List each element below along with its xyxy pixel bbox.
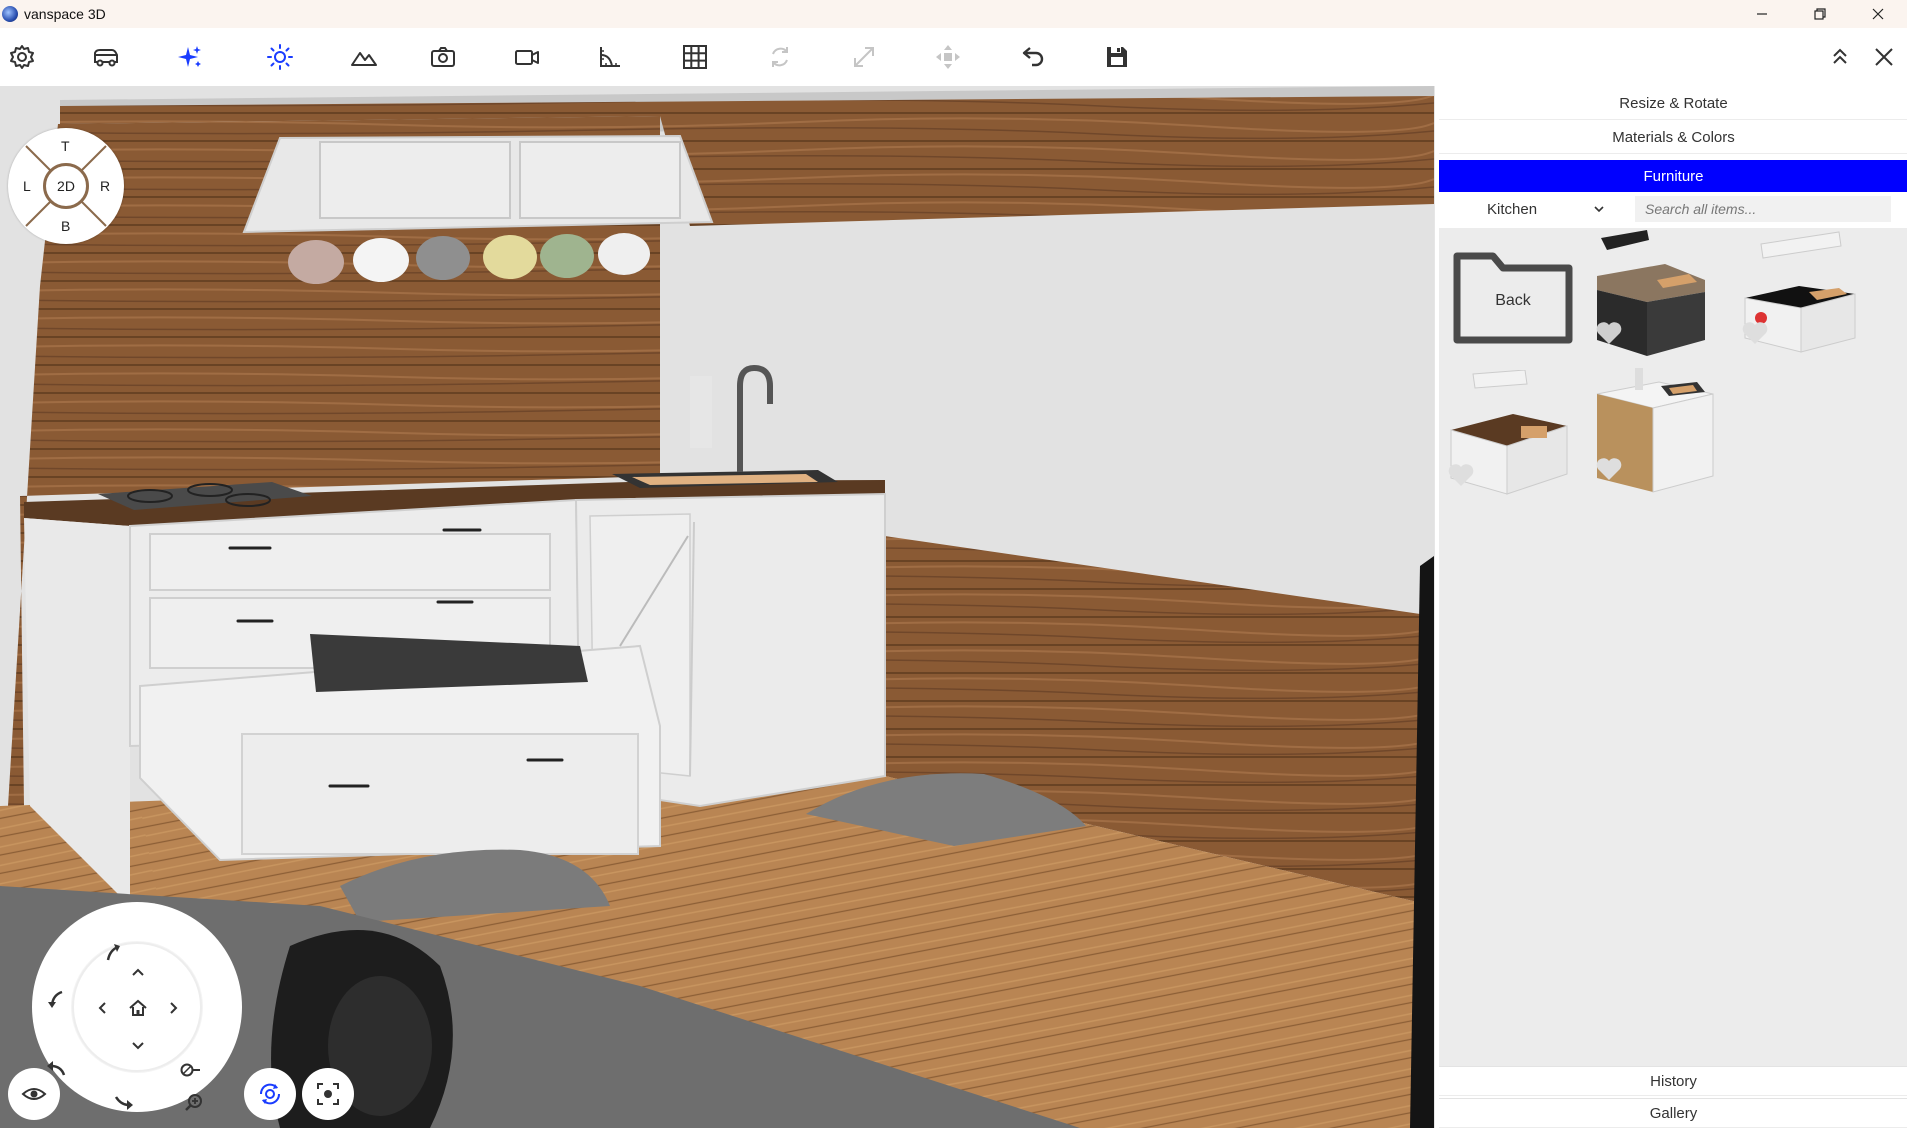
furniture-items-grid: Back (1439, 228, 1907, 1066)
measure-button[interactable] (590, 38, 630, 76)
focus-frame-icon (317, 1083, 339, 1105)
restore-button[interactable] (1791, 0, 1849, 28)
pan-up-button[interactable] (122, 956, 154, 988)
grid-button[interactable] (675, 38, 715, 76)
section-materials-colors[interactable]: Materials & Colors (1439, 122, 1907, 154)
effects-button[interactable] (170, 38, 210, 76)
home-view-button[interactable] (122, 992, 154, 1024)
zoom-in-icon (185, 1094, 202, 1111)
resize-button[interactable] (844, 38, 884, 76)
close-window-button[interactable] (1849, 0, 1907, 28)
section-resize-rotate[interactable]: Resize & Rotate (1439, 88, 1907, 120)
sun-icon (267, 44, 293, 70)
minimize-button[interactable] (1733, 0, 1791, 28)
side-panel: Resize & Rotate Materials & Colors Furni… (1434, 86, 1907, 1128)
camera-icon (431, 47, 455, 67)
app-logo-icon (2, 6, 18, 22)
close-icon (1875, 48, 1893, 66)
main-toolbar (0, 28, 1907, 86)
focus-selection-button[interactable] (302, 1068, 354, 1120)
zoom-out-icon (180, 1063, 200, 1077)
zoom-in-button[interactable] (178, 1086, 210, 1118)
pan-right-button[interactable] (158, 992, 190, 1024)
close-icon (1872, 8, 1884, 20)
chevron-left-icon (98, 1002, 106, 1014)
section-gallery[interactable]: Gallery (1439, 1098, 1907, 1128)
favorite-heart-icon[interactable] (1595, 456, 1623, 482)
category-select[interactable]: Kitchen (1439, 194, 1629, 224)
minimize-icon (1757, 13, 1767, 15)
van-icon (94, 49, 118, 67)
chevron-up-icon (132, 968, 144, 976)
furniture-filter-row: Kitchen (1439, 194, 1907, 224)
orbit-left-button[interactable] (40, 982, 72, 1014)
sparkle-icon (178, 46, 201, 67)
section-history[interactable]: History (1439, 1066, 1907, 1096)
resize-icon (854, 47, 874, 67)
rotate-button[interactable] (760, 38, 800, 76)
grid-icon (683, 45, 707, 69)
undo-button[interactable] (1012, 38, 1052, 76)
title-bar: vanspace 3D (0, 0, 1907, 28)
undo-icon (1022, 47, 1044, 67)
close-panel-button[interactable] (1864, 38, 1904, 76)
orbit-camera-icon (259, 1083, 281, 1105)
rotate-right-button[interactable] (108, 1086, 140, 1118)
view-right-button[interactable]: R (100, 178, 110, 194)
restore-icon (1814, 8, 1826, 20)
mountain-icon (351, 52, 377, 66)
environment-button[interactable] (344, 38, 384, 76)
section-furniture[interactable]: Furniture (1439, 160, 1907, 192)
screenshot-button[interactable] (423, 38, 463, 76)
curved-arrow-left-icon (48, 990, 63, 1008)
favorite-heart-icon[interactable] (1741, 320, 1769, 346)
video-button[interactable] (507, 38, 547, 76)
ruler-angle-icon (600, 47, 620, 67)
window-controls (1733, 0, 1907, 28)
view-left-button[interactable]: L (23, 178, 31, 194)
lighting-button[interactable] (260, 38, 300, 76)
save-icon (1107, 47, 1127, 67)
navigation-control (28, 876, 258, 1126)
settings-button[interactable] (2, 38, 42, 76)
move-button[interactable] (928, 38, 968, 76)
pan-left-button[interactable] (86, 992, 118, 1024)
view-2d-button[interactable]: 2D (43, 163, 89, 209)
back-folder-button[interactable]: Back (1451, 246, 1575, 346)
orbit-mode-button[interactable] (244, 1068, 296, 1120)
view-bottom-button[interactable]: B (61, 218, 70, 234)
move-icon (936, 45, 960, 69)
visibility-button[interactable] (8, 1068, 60, 1120)
chevron-down-icon (1594, 206, 1604, 213)
eye-icon (21, 1088, 47, 1100)
settings-icon (10, 45, 34, 69)
view-top-button[interactable]: T (61, 138, 70, 154)
back-label: Back (1495, 292, 1531, 309)
video-icon (515, 50, 539, 65)
favorite-heart-icon[interactable] (1595, 320, 1623, 346)
window-title: vanspace 3D (24, 6, 106, 22)
favorite-heart-icon[interactable] (1447, 462, 1475, 488)
chevron-right-icon (170, 1002, 178, 1014)
turn-right-arrow-icon (114, 1096, 133, 1110)
double-chevron-up-icon (1833, 48, 1847, 64)
home-icon (129, 999, 147, 1016)
save-button[interactable] (1097, 38, 1137, 76)
search-items-input[interactable] (1635, 196, 1891, 222)
chevron-down-icon (132, 1042, 144, 1050)
view-orientation-widget[interactable]: T L R B 2D (8, 128, 124, 244)
pan-down-button[interactable] (122, 1030, 154, 1062)
collapse-panel-button[interactable] (1820, 38, 1860, 76)
category-selected-value: Kitchen (1487, 200, 1538, 218)
van-button[interactable] (86, 38, 126, 76)
zoom-out-button[interactable] (174, 1054, 206, 1086)
rotate-icon (772, 47, 788, 67)
3d-viewport[interactable]: T L R B 2D (0, 86, 1434, 1128)
